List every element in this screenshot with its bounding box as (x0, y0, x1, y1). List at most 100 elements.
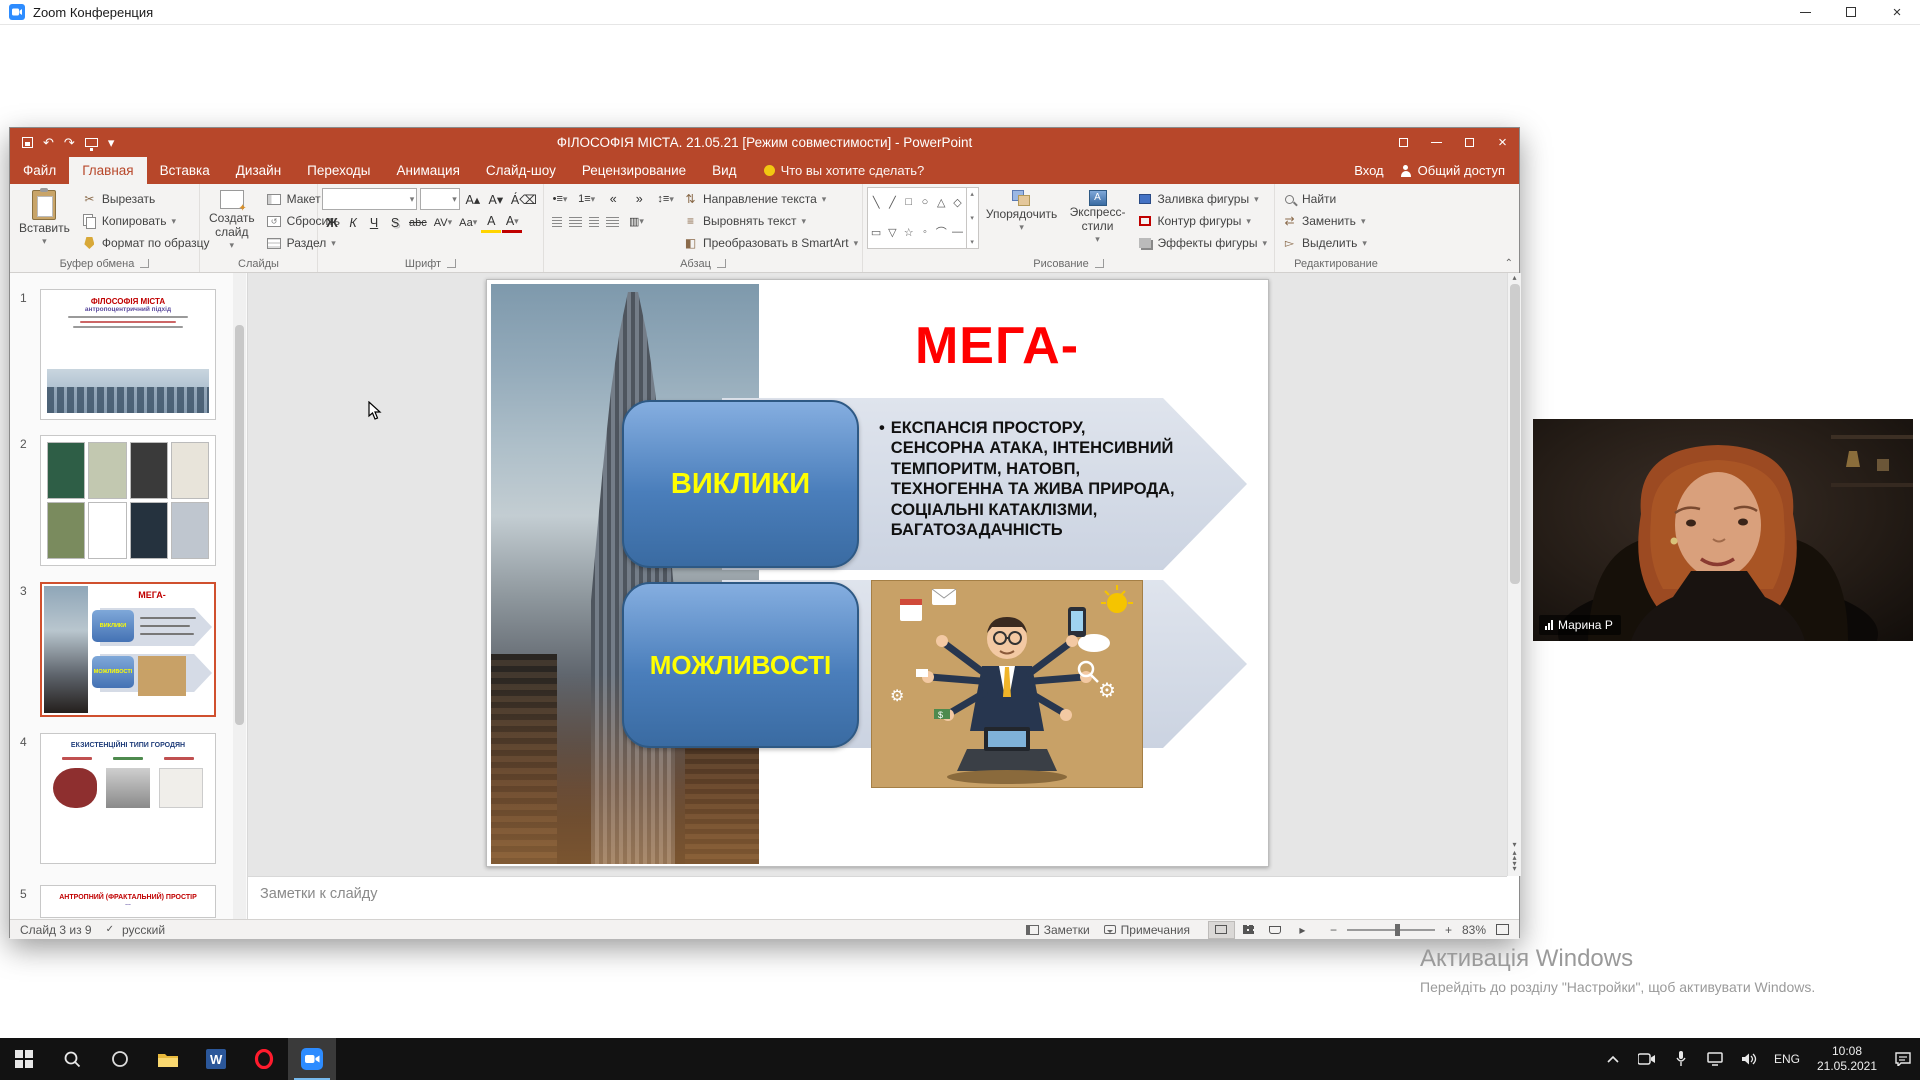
zoom-percentage[interactable]: 83% (1462, 923, 1486, 937)
share-button[interactable]: Общий доступ (1400, 163, 1505, 178)
tab-insert[interactable]: Вставка (147, 157, 223, 184)
zoom-slider-handle[interactable] (1395, 924, 1400, 936)
tray-network-button[interactable] (1698, 1038, 1732, 1080)
bullets-button[interactable]: •≡▾ (550, 189, 570, 210)
quick-styles-button[interactable]: А Экспресс-стили ▾ (1065, 187, 1131, 253)
convert-smartart-button[interactable]: ◧Преобразовать в SmartArt▾ (680, 232, 861, 254)
tab-transitions[interactable]: Переходы (294, 157, 383, 184)
underline-button[interactable]: Ч (364, 212, 384, 233)
scrollbar-thumb[interactable] (1510, 284, 1520, 584)
slide-thumbnail-3-selected[interactable]: МЕГА- ВИКЛИКИ МОЖЛИВОСТІ (40, 582, 216, 717)
tab-review[interactable]: Рецензирование (569, 157, 699, 184)
new-slide-button[interactable]: Создать слайд ▾ (204, 187, 260, 253)
shape-outline-button[interactable]: Контур фигуры▾ (1134, 210, 1270, 232)
language-indicator[interactable]: ENG (1766, 1038, 1808, 1080)
italic-button[interactable]: К (343, 212, 363, 233)
decrease-indent-button[interactable]: « (603, 189, 623, 210)
undo-icon[interactable]: ↶ (43, 135, 54, 151)
cut-button[interactable]: ✂Вырезать (79, 188, 213, 210)
tray-show-hidden-icons-button[interactable] (1596, 1038, 1630, 1080)
tell-me-box[interactable]: Что вы хотите сделать? (764, 163, 925, 184)
zoom-out-button[interactable]: − (1330, 923, 1337, 937)
strikethrough-button[interactable]: abc (406, 212, 430, 233)
zoom-app-button[interactable] (288, 1038, 336, 1080)
justify-button[interactable] (606, 216, 619, 227)
spellcheck-icon[interactable]: ✓ (106, 924, 114, 935)
zoom-in-button[interactable]: + (1445, 923, 1452, 937)
tab-view[interactable]: Вид (699, 157, 749, 184)
collapse-ribbon-button[interactable]: ⌃ (1505, 258, 1513, 269)
font-color-button[interactable]: А▾ (502, 212, 522, 233)
taskbar-clock[interactable]: 10:08 21.05.2021 (1808, 1044, 1886, 1074)
slide-canvas[interactable]: МЕГА- ВИКЛИКИ • ЕКСПАНСІЯ ПРОСТОРУ, СЕНС… (486, 279, 1269, 867)
dialog-launcher-icon[interactable] (1095, 259, 1104, 268)
word-button[interactable]: W (192, 1038, 240, 1080)
format-painter-button[interactable]: Формат по образцу (79, 232, 213, 254)
ppt-restore-button[interactable] (1453, 128, 1486, 157)
tab-home[interactable]: Главная (69, 157, 146, 184)
tab-animations[interactable]: Анимация (384, 157, 473, 184)
start-button[interactable] (0, 1038, 48, 1080)
notes-pane[interactable]: Заметки к слайду (248, 876, 1507, 919)
view-slideshow-button[interactable]: ▸ (1289, 921, 1316, 939)
tab-file[interactable]: Файл (10, 157, 69, 184)
ppt-minimize-button[interactable] (1420, 128, 1453, 157)
tab-slideshow[interactable]: Слайд-шоу (473, 157, 569, 184)
shape-fill-button[interactable]: Заливка фигуры▾ (1134, 188, 1270, 210)
language-indicator[interactable]: русский (122, 923, 165, 937)
text-shadow-button[interactable]: S (385, 212, 405, 233)
view-slide-sorter-button[interactable] (1235, 921, 1262, 939)
shape-effects-button[interactable]: Эффекты фигуры▾ (1134, 232, 1270, 254)
slide-area-scrollbar[interactable]: ▴ ▾ ▴▴ ▾▾ (1507, 273, 1521, 876)
save-icon[interactable] (22, 137, 33, 148)
shapes-scrollbar[interactable]: ▴▾▾ (966, 188, 978, 248)
zoom-maximize-button[interactable] (1828, 0, 1874, 24)
arrange-button[interactable]: Упорядочить ▾ (983, 187, 1061, 253)
character-spacing-button[interactable]: AV▾ (431, 212, 455, 233)
dialog-launcher-icon[interactable] (140, 259, 149, 268)
zoom-video-tile[interactable]: Марина Р (1533, 419, 1913, 641)
customize-toolbar-icon[interactable]: ▾ (108, 135, 115, 151)
ppt-close-button[interactable]: × (1486, 128, 1519, 157)
text-direction-button[interactable]: ⇅Направление текста▾ (680, 188, 861, 210)
action-center-button[interactable] (1886, 1038, 1920, 1080)
slideshow-icon[interactable] (85, 138, 98, 147)
opera-button[interactable] (240, 1038, 288, 1080)
change-case-button[interactable]: Аа▾ (456, 212, 480, 233)
replace-button[interactable]: ⇄Заменить▾ (1279, 210, 1370, 232)
highlight-color-button[interactable]: А (481, 212, 501, 233)
paste-button[interactable]: Вставить ▾ (14, 187, 75, 253)
increase-font-button[interactable]: А▴ (463, 189, 483, 210)
zoom-close-button[interactable]: × (1874, 0, 1920, 24)
font-name-combobox[interactable]: ▾ (322, 188, 417, 210)
view-reading-button[interactable] (1262, 921, 1289, 939)
notes-toggle-button[interactable]: Заметки (1044, 923, 1090, 937)
next-slide-button[interactable]: ▾▾ (1512, 862, 1516, 872)
align-left-button[interactable] (552, 216, 562, 227)
line-spacing-button[interactable]: ↕≡▾ (655, 189, 676, 210)
tray-volume-button[interactable] (1732, 1038, 1766, 1080)
font-size-combobox[interactable]: ▾ (420, 188, 459, 210)
view-normal-button[interactable] (1208, 921, 1235, 939)
slide-thumbnail-2[interactable] (40, 435, 216, 566)
thumbnail-scrollbar[interactable] (233, 273, 246, 919)
dialog-launcher-icon[interactable] (717, 259, 726, 268)
increase-indent-button[interactable]: » (629, 189, 649, 210)
clear-formatting-button[interactable]: А́⌫ (509, 189, 539, 210)
zoom-minimize-button[interactable] (1782, 0, 1828, 24)
scrollbar-thumb[interactable] (235, 325, 244, 726)
zoom-slider[interactable] (1347, 929, 1435, 931)
decrease-font-button[interactable]: А▾ (486, 189, 506, 210)
sign-in-button[interactable]: Вход (1354, 163, 1383, 178)
file-explorer-button[interactable] (144, 1038, 192, 1080)
fit-slide-button[interactable] (1496, 924, 1509, 935)
slide-thumbnail-1[interactable]: ФІЛОСОФІЯ МІСТА антропоцентричний підхід (40, 289, 216, 420)
tray-microphone-button[interactable] (1664, 1038, 1698, 1080)
cortana-button[interactable] (96, 1038, 144, 1080)
scroll-up-icon[interactable]: ▴ (1512, 273, 1516, 282)
align-text-button[interactable]: ≡Выровнять текст▾ (680, 210, 861, 232)
taskbar-search-button[interactable] (48, 1038, 96, 1080)
align-center-button[interactable] (569, 216, 582, 227)
numbering-button[interactable]: 1≡▾ (576, 189, 597, 210)
tray-camera-button[interactable] (1630, 1038, 1664, 1080)
